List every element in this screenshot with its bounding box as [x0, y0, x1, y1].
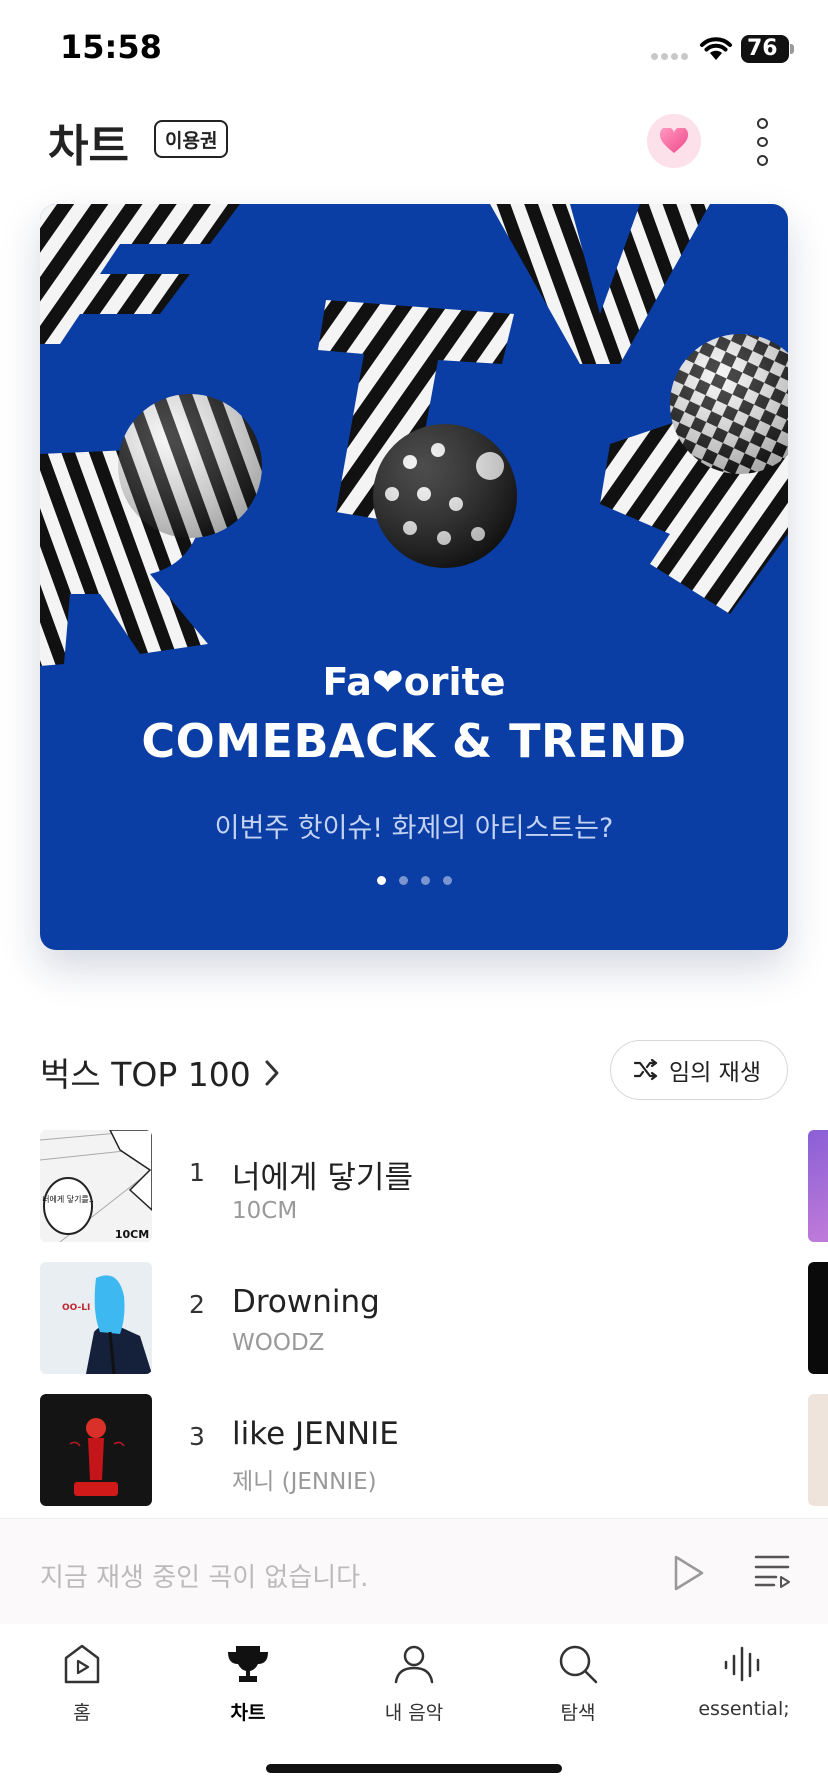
next-column-album-art[interactable] [808, 1394, 828, 1506]
shuffle-play-button[interactable]: 임의 재생 [610, 1040, 788, 1100]
song-list: 너에게 닿기를.. 10CM 1 너에게 닿기를 10CM OO-LI 2 Dr… [40, 1130, 828, 1526]
home-indicator [266, 1764, 562, 1773]
page-header: 차트 이용권 [0, 100, 828, 190]
more-options-button[interactable] [742, 118, 782, 167]
mini-player[interactable]: 지금 재생 중인 곡이 없습니다. [0, 1518, 828, 1625]
chevron-right-icon[interactable] [261, 1058, 283, 1088]
status-bar: 15:58 76 [0, 0, 828, 100]
favorite-button[interactable] [647, 114, 701, 168]
tab-label: 차트 [230, 1702, 266, 1724]
song-artist[interactable]: 제니 (JENNIE) [232, 1462, 377, 1496]
album-art-image [40, 1394, 152, 1506]
album-art[interactable]: 너에게 닿기를.. 10CM [40, 1130, 152, 1242]
song-artist[interactable]: WOODZ [232, 1330, 324, 1356]
play-icon[interactable] [668, 1553, 708, 1593]
battery-cap [790, 44, 794, 54]
tab-label: essential; [698, 1698, 790, 1720]
promo-banner[interactable]: Fa❤orite COMEBACK & TREND 이번주 핫이슈! 화제의 아… [40, 204, 788, 950]
song-title[interactable]: like JENNIE [232, 1416, 399, 1452]
song-rank: 2 [189, 1290, 205, 1319]
subscription-badge[interactable]: 이용권 [154, 120, 229, 158]
tab-my-music[interactable]: 내 음악 [344, 1642, 484, 1725]
soundwave-icon [724, 1646, 760, 1682]
wifi-icon [700, 37, 732, 60]
album-art-text: OO-LI [62, 1303, 90, 1313]
banner-title: COMEBACK & TREND [141, 714, 687, 768]
album-art-image: OO-LI [40, 1262, 152, 1374]
pager-dot-active[interactable] [376, 876, 386, 885]
tab-label: 내 음악 [384, 1702, 444, 1724]
tab-essential[interactable]: essential; [674, 1642, 814, 1720]
chart-title-link[interactable]: 벅스 TOP 100 [40, 1048, 251, 1096]
tab-label: 탐색 [560, 1702, 596, 1724]
banner-pager[interactable] [40, 876, 788, 885]
song-rank: 1 [189, 1158, 205, 1187]
song-title[interactable]: 너에게 닿기를 [232, 1152, 413, 1197]
search-icon [559, 1645, 598, 1684]
heart-icon [659, 128, 689, 153]
cellular-signal-icon [651, 53, 688, 60]
album-art[interactable]: OO-LI [40, 1262, 152, 1374]
status-time: 15:58 [60, 28, 162, 66]
song-artist[interactable]: 10CM [232, 1198, 297, 1224]
tab-explore[interactable]: 탐색 [508, 1642, 648, 1725]
song-row[interactable]: 너에게 닿기를.. 10CM 1 너에게 닿기를 10CM [40, 1130, 828, 1262]
next-column-album-art[interactable] [808, 1130, 828, 1242]
pager-dot[interactable] [398, 876, 408, 885]
album-art-tag: 10CM [115, 1228, 149, 1241]
album-art[interactable] [40, 1394, 152, 1506]
shuffle-label: 임의 재생 [669, 1060, 761, 1086]
song-title[interactable]: Drowning [232, 1284, 380, 1320]
pager-dot[interactable] [420, 876, 430, 885]
tab-label: 홈 [73, 1702, 91, 1724]
home-play-icon [64, 1644, 100, 1684]
tab-home[interactable]: 홈 [12, 1642, 152, 1725]
song-rank: 3 [189, 1422, 205, 1451]
banner-brand: Fa❤orite [322, 660, 506, 704]
playlist-icon[interactable] [752, 1551, 792, 1591]
album-art-image: 너에게 닿기를.. 10CM [40, 1130, 152, 1242]
chart-section-header: 벅스 TOP 100 임의 재생 [40, 1040, 788, 1102]
shuffle-icon [633, 1059, 658, 1081]
person-icon [394, 1645, 434, 1684]
now-playing-empty-text: 지금 재생 중인 곡이 없습니다. [40, 1563, 369, 1593]
trophy-icon [228, 1646, 268, 1682]
song-row[interactable]: OO-LI 2 Drowning WOODZ [40, 1262, 828, 1394]
next-column-album-art[interactable] [808, 1262, 828, 1374]
battery-indicator: 76 [741, 35, 789, 63]
tab-chart[interactable]: 차트 [178, 1642, 318, 1725]
song-row[interactable]: 3 like JENNIE 제니 (JENNIE) [40, 1394, 828, 1526]
pager-dot[interactable] [442, 876, 452, 885]
banner-subtitle: 이번주 핫이슈! 화제의 아티스트는? [214, 813, 614, 844]
album-art-text: 너에게 닿기를.. [42, 1194, 94, 1204]
page-title: 차트 [48, 121, 129, 172]
